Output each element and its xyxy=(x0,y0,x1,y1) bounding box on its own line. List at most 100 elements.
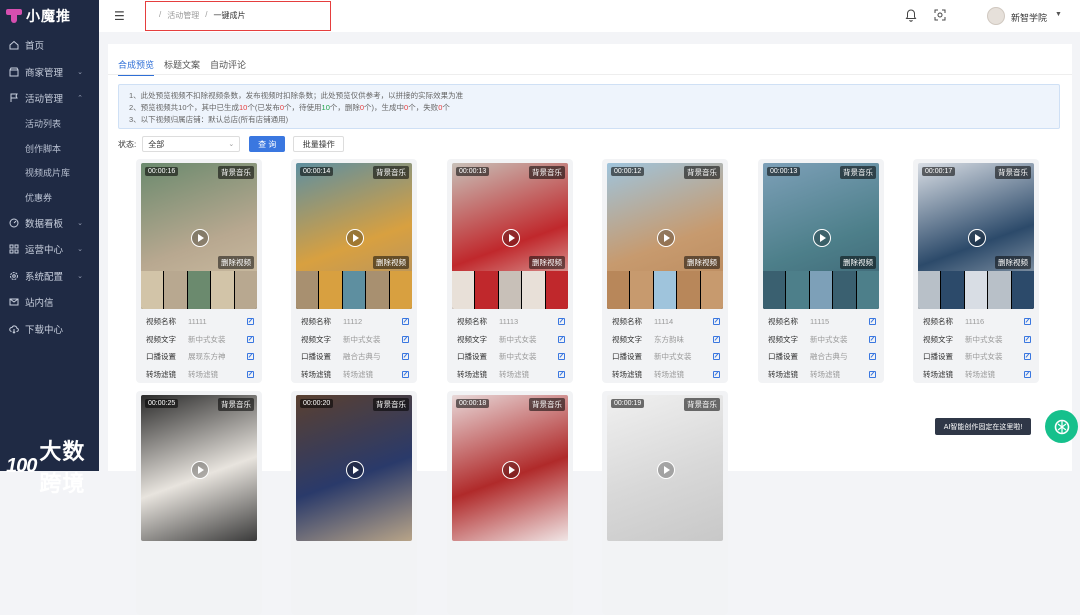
sidebar-item-7[interactable]: 下载中心 xyxy=(0,316,99,343)
sidebar-item-0[interactable]: 首页 xyxy=(0,32,99,59)
edit-icon[interactable] xyxy=(558,335,565,343)
edit-icon[interactable] xyxy=(402,370,409,378)
sidebar-item-3[interactable]: 数据看板 ⌄ xyxy=(0,210,99,237)
background-music-badge[interactable]: 背景音乐 xyxy=(995,166,1031,179)
video-card[interactable]: 00:00:20 背景音乐 xyxy=(291,391,417,615)
username[interactable]: 新智学院 xyxy=(1011,11,1047,24)
edit-icon[interactable] xyxy=(1024,353,1031,360)
edit-icon[interactable] xyxy=(869,335,876,343)
play-icon[interactable] xyxy=(191,229,209,247)
field-label: 口播设置 xyxy=(457,352,487,362)
edit-icon[interactable] xyxy=(1024,370,1031,378)
background-music-badge[interactable]: 背景音乐 xyxy=(373,166,409,179)
edit-icon[interactable] xyxy=(558,353,565,360)
video-card[interactable]: 00:00:19 背景音乐 xyxy=(602,391,728,615)
edit-icon[interactable] xyxy=(869,353,876,360)
watermark-text: 大数跨境 xyxy=(39,439,86,496)
video-thumbnail[interactable]: 00:00:13 背景音乐 删除视频 xyxy=(763,163,879,309)
sidebar-subitem-1[interactable]: 创作脚本 xyxy=(0,136,99,161)
status-select[interactable]: 全部 ⌄ xyxy=(142,136,241,152)
video-card[interactable]: 00:00:13 背景音乐 删除视频 视频名称 11115 视频文字 新中式女装 口播设置 融合… xyxy=(758,159,884,383)
edit-icon[interactable] xyxy=(247,335,254,343)
sidebar-item-6[interactable]: 站内信 xyxy=(0,289,99,316)
sidebar-subitem-0[interactable]: 活动列表 xyxy=(0,112,99,137)
background-music-badge[interactable]: 背景音乐 xyxy=(684,398,720,411)
video-card[interactable]: 00:00:16 背景音乐 删除视频 视频名称 11111 视频文字 新中式女装 口播设置 展现… xyxy=(136,159,262,383)
field-value: 展现东方神 xyxy=(188,352,226,362)
breadcrumb-item-activity[interactable]: 活动管理 xyxy=(167,10,199,21)
app-logo[interactable]: 小魔推 xyxy=(0,0,99,32)
background-music-badge[interactable]: 背景音乐 xyxy=(529,166,565,179)
play-icon[interactable] xyxy=(657,461,675,479)
video-thumbnail[interactable]: 00:00:14 背景音乐 删除视频 xyxy=(296,163,412,309)
video-thumbnail[interactable]: 00:00:18 背景音乐 xyxy=(452,395,568,541)
query-button[interactable]: 查 询 xyxy=(249,136,286,152)
background-music-badge[interactable]: 背景音乐 xyxy=(373,398,409,411)
edit-icon[interactable] xyxy=(869,370,876,378)
delete-video-button[interactable]: 删除视频 xyxy=(840,256,876,269)
edit-icon[interactable] xyxy=(713,335,720,343)
chevron-down-icon[interactable]: ▼ xyxy=(1055,11,1062,18)
sidebar-subitem-3[interactable]: 优惠券 xyxy=(0,185,99,210)
edit-icon[interactable] xyxy=(713,370,720,378)
video-card[interactable]: 00:00:14 背景音乐 删除视频 视频名称 11112 视频文字 新中式女装 口播设置 融合… xyxy=(291,159,417,383)
play-icon[interactable] xyxy=(346,461,364,479)
video-thumbnail[interactable]: 00:00:17 背景音乐 删除视频 xyxy=(918,163,1034,309)
play-icon[interactable] xyxy=(968,229,986,247)
avatar[interactable] xyxy=(987,7,1005,25)
background-music-badge[interactable]: 背景音乐 xyxy=(684,166,720,179)
video-thumbnail[interactable]: 00:00:16 背景音乐 删除视频 xyxy=(141,163,257,309)
edit-icon[interactable] xyxy=(402,318,409,325)
delete-video-button[interactable]: 删除视频 xyxy=(218,256,254,269)
play-icon[interactable] xyxy=(502,461,520,479)
video-card[interactable]: 00:00:17 背景音乐 删除视频 视频名称 11116 视频文字 新中式女装 口播设置 新中… xyxy=(913,159,1039,383)
edit-icon[interactable] xyxy=(402,353,409,360)
sidebar-item-4[interactable]: 运营中心 ⌄ xyxy=(0,236,99,263)
menu-fold-icon[interactable]: ☰ xyxy=(114,9,125,23)
sidebar-item-1[interactable]: 商家管理 ⌄ xyxy=(0,59,99,86)
batch-operation-button[interactable]: 批量操作 xyxy=(293,136,345,152)
home-icon xyxy=(8,40,19,51)
play-icon[interactable] xyxy=(502,229,520,247)
background-music-badge[interactable]: 背景音乐 xyxy=(218,166,254,179)
video-card[interactable]: 00:00:13 背景音乐 删除视频 视频名称 11113 视频文字 新中式女装 口播设置 新中… xyxy=(447,159,573,383)
edit-icon[interactable] xyxy=(247,370,254,378)
edit-icon[interactable] xyxy=(713,353,720,360)
edit-icon[interactable] xyxy=(247,353,254,360)
edit-icon[interactable] xyxy=(558,318,565,325)
play-icon[interactable] xyxy=(191,461,209,479)
background-music-badge[interactable]: 背景音乐 xyxy=(840,166,876,179)
edit-icon[interactable] xyxy=(558,370,565,378)
edit-icon[interactable] xyxy=(713,318,720,325)
video-card[interactable]: 00:00:12 背景音乐 删除视频 视频名称 11114 视频文字 东方韵味 口播设置 新中式… xyxy=(602,159,728,383)
edit-icon[interactable] xyxy=(402,335,409,343)
edit-icon[interactable] xyxy=(869,318,876,325)
delete-video-button[interactable]: 删除视频 xyxy=(995,256,1031,269)
scan-icon[interactable] xyxy=(934,9,946,24)
sidebar-item-5[interactable]: 系统配置 ⌄ xyxy=(0,263,99,290)
video-thumbnail[interactable]: 00:00:20 背景音乐 xyxy=(296,395,412,541)
play-icon[interactable] xyxy=(346,229,364,247)
bell-icon[interactable] xyxy=(905,9,917,25)
field-value: 新中式女装 xyxy=(499,334,537,344)
play-icon[interactable] xyxy=(657,229,675,247)
sidebar-subitem-2[interactable]: 视频成片库 xyxy=(0,161,99,186)
video-thumbnail[interactable]: 00:00:13 背景音乐 删除视频 xyxy=(452,163,568,309)
background-music-badge[interactable]: 背景音乐 xyxy=(218,398,254,411)
video-thumbnail[interactable]: 00:00:25 背景音乐 xyxy=(141,395,257,541)
frame-strip xyxy=(763,271,879,309)
video-card[interactable]: 00:00:25 背景音乐 xyxy=(136,391,262,615)
delete-video-button[interactable]: 删除视频 xyxy=(684,256,720,269)
video-thumbnail[interactable]: 00:00:19 背景音乐 xyxy=(607,395,723,541)
play-icon[interactable] xyxy=(813,229,831,247)
sidebar-item-2[interactable]: 活动管理 ⌃ xyxy=(0,85,99,112)
ai-assistant-button[interactable] xyxy=(1045,410,1078,443)
video-thumbnail[interactable]: 00:00:12 背景音乐 删除视频 xyxy=(607,163,723,309)
edit-icon[interactable] xyxy=(1024,318,1031,325)
background-music-badge[interactable]: 背景音乐 xyxy=(529,398,565,411)
delete-video-button[interactable]: 删除视频 xyxy=(529,256,565,269)
video-card[interactable]: 00:00:18 背景音乐 xyxy=(447,391,573,615)
delete-video-button[interactable]: 删除视频 xyxy=(373,256,409,269)
edit-icon[interactable] xyxy=(1024,335,1031,343)
edit-icon[interactable] xyxy=(247,318,254,325)
